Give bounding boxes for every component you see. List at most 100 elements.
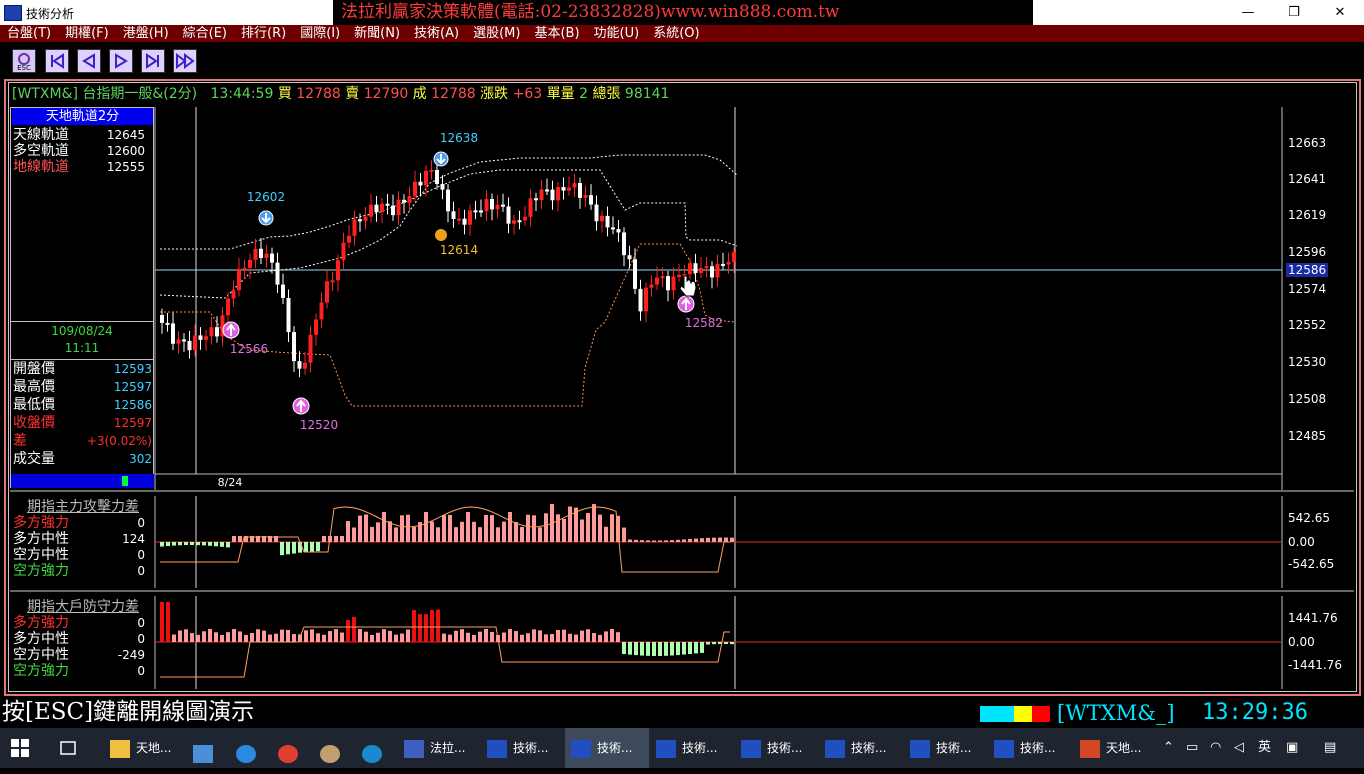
candle [204,330,208,351]
taskbar-app-tech-6[interactable]: 技術... [904,728,988,768]
volume-icon[interactable]: ◁ [1234,728,1244,768]
taskbar-app-ie[interactable] [236,728,264,768]
panel2-bar [514,522,518,542]
panel3-bar [610,629,614,642]
task-view-button[interactable] [58,728,86,768]
chart-canvas: 12602 12638 12614 12566 12520 12582 8/24 [10,107,1354,689]
candle [352,210,357,246]
panel3-bar [448,634,452,642]
marker-label-12602: 12602 [247,190,285,204]
candle [644,282,648,323]
panel3-bar [280,629,284,642]
panel2-bar [544,513,548,542]
panel3-bar [268,634,272,642]
candle [715,254,720,287]
panel2-bar [454,527,458,542]
candle [572,174,577,198]
current-price-tag: 12586 [1286,263,1329,277]
taskbar-app-label: 天地... [136,741,172,755]
panel3-bar [634,642,638,656]
candle [303,351,307,375]
panel3-bar [382,629,386,642]
ime-mode-icon[interactable]: ▣ [1286,728,1298,768]
price-tick: 12641 [1288,172,1327,186]
panel2-row-value: 0 [137,548,145,562]
start-button[interactable] [10,728,38,768]
taskbar-app-tech-5[interactable]: 技術... [819,728,903,768]
panel3-bar [532,629,536,642]
candle [490,193,494,221]
candle [407,186,412,212]
taskbar-app-tech-4[interactable]: 技術... [735,728,819,768]
panel2-bar [292,542,296,554]
panel3-bar [286,629,290,642]
panel2-row-value: 0 [137,516,145,530]
panel2-bar [382,512,386,542]
candle [545,178,549,196]
taskbar-app-pc[interactable] [193,728,221,768]
candle [589,184,593,210]
candle [374,196,379,222]
candle [671,267,676,300]
battery-icon[interactable]: ▭ [1186,728,1198,768]
candle [385,194,390,215]
panel2-tick: 0.00 [1288,535,1315,549]
panel2-bar [718,537,722,542]
taskbar-app-tech-7[interactable]: 技術... [988,728,1072,768]
panel3-bar [406,629,410,642]
marker-label-12566: 12566 [230,342,268,356]
taskbar-app-tech-3[interactable]: 技術... [650,728,734,768]
taskbar-app-powerpoint[interactable]: 天地... [1074,728,1158,768]
tray-chevron-icon[interactable]: ⌃ [1163,728,1174,768]
taskbar-app-tech-2[interactable]: 技術... [565,728,649,768]
panel2-row-label: 空方強力 [13,563,69,579]
chart-app-icon [910,739,930,758]
panel2-bars [160,504,734,556]
taskbar-app-ferrari[interactable]: 法拉... [398,728,482,768]
ferrari-app-icon [404,739,424,758]
panel2-bar [226,542,230,548]
panel3-bar [334,629,338,642]
taskbar-app-edge[interactable] [362,728,390,768]
marker-label-12638: 12638 [440,131,478,145]
panel2-bar [352,527,356,542]
panel2-bar [646,540,650,542]
taskbar-app-paint[interactable] [320,728,348,768]
candle [325,270,329,309]
windows-icon [11,739,29,757]
panel3-bar [172,634,176,642]
candle [275,252,280,294]
panel2-bar [502,521,506,542]
taskbar-app-tech-1[interactable]: 技術... [481,728,565,768]
footer-clock: 13:29:36 [1202,700,1308,725]
candle [314,313,318,346]
candle [501,193,505,212]
panel3-bar [514,631,518,642]
candle [611,216,615,235]
notification-icon[interactable]: ▤ [1324,728,1336,768]
panel2-bar [526,514,530,542]
panel3-bar [430,610,434,642]
taskbar-app-label: 技術... [1020,741,1056,755]
panel3-bar [508,629,512,642]
candle [512,214,516,235]
mid-band [159,154,738,299]
panel2-bar [304,542,308,552]
panel3-bar [364,631,368,642]
panel3-tick: 1441.76 [1288,611,1338,625]
wifi-icon[interactable]: ◠ [1210,728,1221,768]
panel2-bar [496,527,500,542]
candle [649,275,654,297]
panel3-bar [244,634,248,642]
panel3-bar [160,602,164,642]
taskbar-app-explorer[interactable]: 天地... [104,728,190,768]
panel2-bar [598,514,602,542]
panel3-bar [220,634,224,642]
panel3-bar [472,634,476,642]
candle [567,176,571,196]
taskbar-app-chrome[interactable] [278,728,306,768]
candle [561,177,566,200]
panel3-bar [580,630,584,642]
panel2-bar [628,539,632,542]
ime-indicator[interactable]: 英 [1258,728,1271,768]
